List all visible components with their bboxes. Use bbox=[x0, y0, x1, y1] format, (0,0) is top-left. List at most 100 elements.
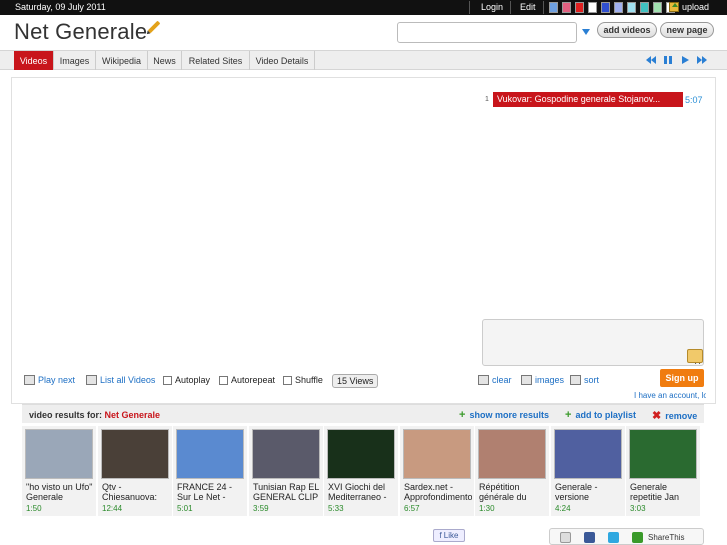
page-title: Net Generale bbox=[14, 19, 148, 44]
twitter-icon[interactable] bbox=[608, 532, 619, 543]
autorepeat-toggle[interactable]: Autorepeat bbox=[219, 375, 275, 385]
video-duration: 4:24 bbox=[555, 504, 571, 513]
video-thumbnail[interactable] bbox=[554, 429, 622, 479]
sharethis-icon[interactable] bbox=[632, 532, 643, 543]
video-thumbnail[interactable] bbox=[629, 429, 697, 479]
list-all-videos-button[interactable]: List all Videos bbox=[86, 375, 155, 385]
tab-related-sites[interactable]: Related Sites bbox=[182, 51, 250, 70]
color-swatch[interactable] bbox=[653, 2, 662, 13]
video-thumbnail[interactable] bbox=[252, 429, 320, 479]
have-account-link[interactable]: I have an account, lo bbox=[634, 391, 706, 400]
results-bar: video results for: Net Generale + show mo… bbox=[22, 404, 704, 423]
color-swatch[interactable] bbox=[588, 2, 597, 13]
comment-box[interactable] bbox=[482, 319, 704, 366]
edit-link[interactable]: Edit bbox=[520, 2, 536, 12]
color-swatch[interactable] bbox=[627, 2, 636, 13]
divider bbox=[543, 1, 544, 14]
color-swatch[interactable] bbox=[640, 2, 649, 13]
color-swatch[interactable] bbox=[575, 2, 584, 13]
add-playlist-label: add to playlist bbox=[575, 410, 636, 420]
color-swatch[interactable] bbox=[549, 2, 558, 13]
remove-button[interactable]: ✖ remove bbox=[652, 409, 697, 422]
video-title[interactable]: FRANCE 24 - Sur Le Net - bbox=[177, 482, 245, 502]
tab-videos[interactable]: Videos bbox=[14, 51, 54, 70]
video-thumbnail[interactable] bbox=[176, 429, 244, 479]
remove-x-icon: ✖ bbox=[652, 410, 662, 422]
tab-news[interactable]: News bbox=[148, 51, 182, 70]
video-title[interactable]: Generale repetitie Jan bbox=[630, 482, 698, 502]
video-title[interactable]: Répétition générale du bbox=[479, 482, 547, 502]
video-thumbnail[interactable] bbox=[25, 429, 93, 479]
video-thumbnail[interactable] bbox=[478, 429, 546, 479]
play-icon[interactable] bbox=[680, 55, 690, 65]
facebook-icon[interactable] bbox=[584, 532, 595, 543]
video-title[interactable]: Sardex.net - Approfondimento bbox=[404, 482, 472, 502]
upload-button[interactable]: upload bbox=[669, 2, 709, 12]
login-link[interactable]: Login bbox=[481, 2, 503, 12]
edit-pencil-icon[interactable] bbox=[147, 20, 161, 34]
clear-button[interactable]: clear bbox=[478, 375, 512, 385]
shuffle-toggle[interactable]: Shuffle bbox=[283, 375, 323, 385]
tab-video-details[interactable]: Video Details bbox=[250, 51, 315, 70]
pause-icon[interactable] bbox=[663, 55, 673, 65]
sort-label: sort bbox=[584, 375, 600, 385]
autoplay-checkbox[interactable] bbox=[163, 375, 172, 385]
color-swatch[interactable] bbox=[562, 2, 571, 13]
show-more-results-button[interactable]: + show more results bbox=[459, 409, 549, 421]
tab-images[interactable]: Images bbox=[54, 51, 96, 70]
images-button[interactable]: images bbox=[521, 375, 564, 385]
video-result-card[interactable]: "ho visto un Ufo" Generale 1:50 bbox=[22, 426, 96, 516]
video-result-card[interactable]: Qtv - Chiesanuova: 12:44 bbox=[98, 426, 172, 516]
views-count: 15 Views bbox=[332, 374, 379, 388]
shuffle-checkbox[interactable] bbox=[283, 375, 292, 385]
rewind-icon[interactable] bbox=[646, 55, 656, 65]
video-title[interactable]: Generale - versione bbox=[555, 482, 623, 502]
video-thumbnail[interactable] bbox=[403, 429, 471, 479]
autorepeat-checkbox[interactable] bbox=[219, 375, 228, 385]
video-title[interactable]: XVI Giochi del Mediterraneo - bbox=[328, 482, 396, 502]
video-result-card[interactable]: Generale - versione 4:24 bbox=[551, 426, 625, 516]
results-query: Net Generale bbox=[104, 410, 161, 420]
video-title[interactable]: Tunisian Rap EL GENERAL CLIP bbox=[253, 482, 321, 502]
new-page-button[interactable]: new page bbox=[660, 22, 714, 38]
autorepeat-label: Autorepeat bbox=[231, 375, 276, 385]
tab-bar: Videos Images Wikipedia News Related Sit… bbox=[0, 50, 727, 70]
tab-wikipedia[interactable]: Wikipedia bbox=[96, 51, 148, 70]
color-swatch[interactable] bbox=[601, 2, 610, 13]
divider bbox=[510, 1, 511, 14]
chat-icon[interactable] bbox=[687, 349, 703, 363]
video-result-card[interactable]: Generale repetitie Jan 3:03 bbox=[626, 426, 700, 516]
sort-button[interactable]: sort bbox=[570, 375, 599, 385]
video-thumbnail[interactable] bbox=[101, 429, 169, 479]
sign-up-button[interactable]: Sign up bbox=[660, 369, 704, 387]
add-videos-button[interactable]: add videos bbox=[597, 22, 657, 38]
video-result-card[interactable]: XVI Giochi del Mediterraneo - 5:33 bbox=[324, 426, 398, 516]
fast-forward-icon[interactable] bbox=[697, 55, 707, 65]
video-result-card[interactable]: Répétition générale du 1:30 bbox=[475, 426, 549, 516]
playlist-item[interactable]: Vukovar: Gospodine generale Stojanov... bbox=[493, 92, 683, 107]
color-swatch[interactable] bbox=[614, 2, 623, 13]
video-duration: 6:57 bbox=[404, 504, 420, 513]
playlist-duration: 5:07 bbox=[685, 95, 703, 105]
add-to-playlist-button[interactable]: + add to playlist bbox=[565, 409, 636, 421]
video-result-card[interactable]: FRANCE 24 - Sur Le Net - 5:01 bbox=[173, 426, 247, 516]
play-next-button[interactable]: Play next bbox=[24, 375, 75, 385]
video-result-card[interactable]: Sardex.net - Approfondimento 6:57 bbox=[400, 426, 474, 516]
plus-icon: + bbox=[459, 409, 466, 421]
search-dropdown-icon[interactable] bbox=[582, 29, 590, 35]
images-icon bbox=[521, 375, 532, 385]
facebook-like-button[interactable]: f Like bbox=[433, 529, 465, 542]
video-result-card[interactable]: Tunisian Rap EL GENERAL CLIP 3:59 bbox=[249, 426, 323, 516]
show-more-label: show more results bbox=[469, 410, 549, 420]
video-title[interactable]: "ho visto un Ufo" Generale bbox=[26, 482, 94, 502]
video-duration: 5:01 bbox=[177, 504, 193, 513]
video-title[interactable]: Qtv - Chiesanuova: bbox=[102, 482, 170, 502]
video-duration: 1:30 bbox=[479, 504, 495, 513]
sharethis-label[interactable]: ShareThis bbox=[648, 533, 684, 542]
playlist-index: 1 bbox=[485, 96, 489, 103]
results-label: video results for: Net Generale bbox=[29, 410, 160, 420]
video-thumbnail[interactable] bbox=[327, 429, 395, 479]
autoplay-toggle[interactable]: Autoplay bbox=[163, 375, 210, 385]
search-input[interactable] bbox=[397, 22, 577, 43]
email-icon[interactable] bbox=[560, 532, 571, 543]
